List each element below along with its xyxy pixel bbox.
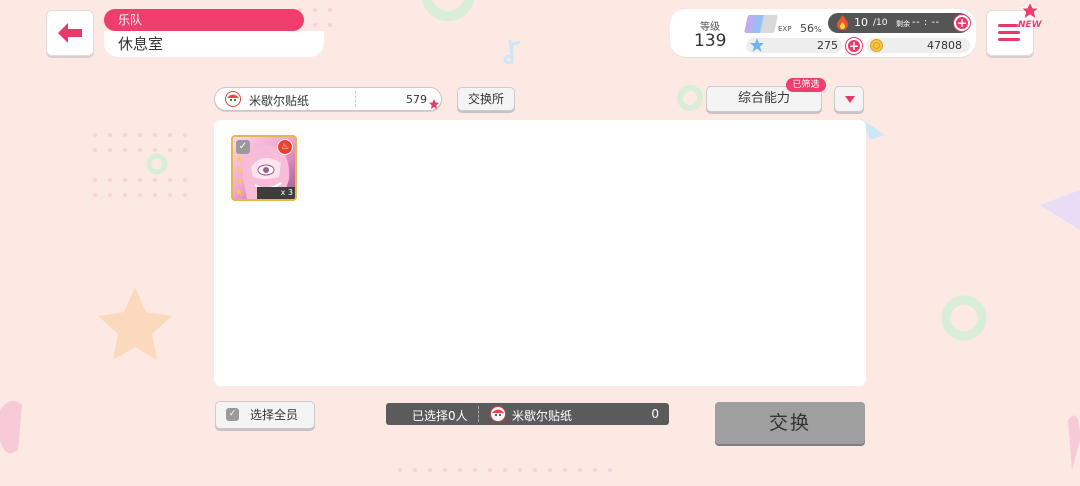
player-status-panel: 等级 139 EXP 56% 10 /10 剩余 -- : -- + 275 +… bbox=[670, 9, 976, 57]
menu-icon-line bbox=[998, 38, 1020, 41]
exp-percent-unit: % bbox=[814, 25, 822, 34]
pink-star-icon bbox=[429, 99, 439, 109]
star-box: 275 bbox=[746, 38, 842, 53]
checkbox-icon: ✓ bbox=[226, 408, 239, 421]
flame-icon bbox=[837, 15, 848, 30]
summary-separator bbox=[478, 406, 479, 422]
exchange-button[interactable]: 交换 bbox=[715, 402, 865, 444]
currency-name: 米歇尔贴纸 bbox=[249, 94, 310, 108]
stamina-remain-label: 剩余 bbox=[896, 20, 910, 28]
exp-percent: 56% bbox=[800, 22, 822, 35]
coin-amount: 47808 bbox=[927, 39, 962, 52]
coin-box: 47808 bbox=[866, 38, 970, 53]
currency-pill: 米歇尔贴纸 579 bbox=[214, 87, 442, 111]
star-add-button[interactable]: + bbox=[846, 38, 862, 54]
new-star-icon bbox=[1019, 2, 1041, 20]
selected-count: 已选择0人 bbox=[412, 409, 468, 423]
member-card[interactable]: ✓ ♨ ★ ★ ★ ★ x 3 bbox=[231, 135, 297, 201]
exp-label: EXP bbox=[778, 25, 792, 33]
michelle-sticker-icon bbox=[490, 406, 506, 422]
fire-attribute-icon: ♨ bbox=[277, 139, 293, 155]
exp-percent-value: 56 bbox=[800, 22, 814, 35]
filtered-badge: 已筛选 bbox=[786, 78, 826, 92]
michelle-sticker-icon bbox=[225, 91, 241, 107]
back-button[interactable] bbox=[46, 10, 94, 56]
location-name: 休息室 bbox=[104, 31, 324, 57]
stamina-remain-time: -- : -- bbox=[912, 17, 940, 28]
stamina-current: 10 bbox=[854, 16, 868, 29]
star-amount: 275 bbox=[817, 39, 838, 52]
select-all-label: 选择全员 bbox=[250, 408, 299, 422]
card-checkbox[interactable]: ✓ bbox=[236, 140, 250, 154]
stamina-max: /10 bbox=[873, 18, 888, 28]
currency-separator bbox=[355, 91, 356, 107]
exp-gauge bbox=[744, 15, 778, 33]
arrow-left-icon bbox=[58, 23, 82, 43]
exchange-shop-button[interactable]: 交换所 bbox=[457, 87, 515, 111]
card-count: x 3 bbox=[257, 187, 295, 199]
star-gem-icon bbox=[750, 38, 764, 52]
member-list-panel: ✓ ♨ ★ ★ ★ ★ x 3 bbox=[214, 120, 866, 386]
summary-currency-total: 0 bbox=[651, 407, 659, 421]
select-all-button[interactable]: ✓ 选择全员 bbox=[215, 401, 315, 429]
triangle-down-icon bbox=[845, 96, 855, 103]
level-value: 139 bbox=[694, 31, 727, 51]
currency-amount: 579 bbox=[406, 93, 427, 106]
new-badge: NEW bbox=[1016, 2, 1044, 34]
location-panel: 乐队 休息室 bbox=[104, 9, 324, 57]
stamina-box: 10 /10 剩余 -- : -- bbox=[828, 13, 970, 33]
location-tag: 乐队 bbox=[104, 9, 304, 31]
coin-icon bbox=[870, 39, 883, 52]
summary-currency-name: 米歇尔贴纸 bbox=[512, 409, 573, 423]
selection-summary: 已选择0人 米歇尔贴纸 0 bbox=[386, 403, 669, 425]
sort-order-button[interactable] bbox=[834, 86, 864, 112]
new-badge-label: NEW bbox=[1018, 20, 1042, 30]
rarity-stars: ★ ★ ★ ★ bbox=[235, 155, 244, 198]
stamina-add-button[interactable]: + bbox=[954, 15, 970, 31]
